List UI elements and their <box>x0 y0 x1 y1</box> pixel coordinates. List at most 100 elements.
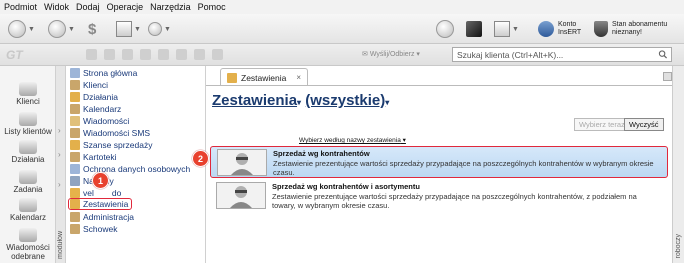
tree-item-calendar[interactable]: Kalendarz <box>70 103 121 115</box>
home-icon <box>70 68 80 78</box>
modules-strip[interactable]: modułów <box>56 66 66 263</box>
tree-item-data-protection[interactable]: Ochrona danych osobowych <box>70 163 190 175</box>
account-label: Konto InsERT <box>558 21 581 37</box>
menu-podmiot[interactable]: Podmiot <box>4 2 37 12</box>
subscription-line1: Stan abonamentu <box>612 21 668 28</box>
tree-item-sms[interactable]: Wiadomości SMS <box>70 127 150 139</box>
menu-widok[interactable]: Widok <box>44 2 69 12</box>
subscription-status[interactable]: Stan abonamentu nieznany! <box>594 19 667 39</box>
send-receive-button[interactable]: ✉ Wyślij/Odbierz ▾ <box>362 50 420 58</box>
person-icon <box>231 152 253 175</box>
new-doc-button[interactable]: ▼ <box>8 19 35 39</box>
tree-item-opportunities[interactable]: Szanse sprzedaży <box>70 139 152 151</box>
modules-strip-label: modułów <box>57 230 64 259</box>
search-icon[interactable] <box>658 50 668 59</box>
tree-label: Schowek <box>83 224 118 234</box>
nav-calendar-label: Kalendarz <box>9 213 47 222</box>
menu-pomoc[interactable]: Pomoc <box>198 2 226 12</box>
tree-item-cards[interactable]: Kartoteki <box>70 151 117 163</box>
quick-mail-icon[interactable] <box>140 49 151 60</box>
menu-operacje[interactable]: Operacje <box>107 2 144 12</box>
quick-report-icon[interactable] <box>212 49 223 60</box>
report-title: Sprzedaż wg kontrahentów i asortymentu <box>272 182 420 191</box>
chevron-down-icon: ▼ <box>28 25 35 33</box>
tab-divider <box>206 85 672 86</box>
sort-by-name-link[interactable]: Wybierz według nazwy zestawienia ▾ <box>299 136 406 144</box>
client-lists-icon <box>19 112 37 126</box>
user-icon <box>538 21 554 37</box>
expenses-icon <box>70 176 80 186</box>
dollar-icon: $ <box>88 20 97 38</box>
account-button[interactable]: Konto InsERT <box>538 19 581 39</box>
vel-icon <box>70 188 80 198</box>
menu-dodaj[interactable]: Dodaj <box>76 2 100 12</box>
package-button[interactable]: ▼ <box>116 19 141 39</box>
chevron-down-icon: ▼ <box>512 25 519 33</box>
report-avatar <box>217 149 267 176</box>
chevron-down-icon: ▼ <box>134 25 141 33</box>
close-icon[interactable]: × <box>296 73 301 82</box>
dollar-button[interactable]: $ <box>88 19 96 39</box>
mail-icon <box>70 116 80 126</box>
documents-button[interactable]: ▼ <box>494 19 519 39</box>
reports-dropdown[interactable]: Zestawienia <box>212 92 297 109</box>
quick-bar: GT ✉ Wyślij/Odbierz ▾ Szukaj klienta (Ct… <box>0 44 684 66</box>
nav-client-lists[interactable]: Listy klientów <box>0 112 56 136</box>
quick-client-icon[interactable] <box>86 49 97 60</box>
report-description: Zestawienie prezentujące wartości sprzed… <box>273 159 654 177</box>
modules-button[interactable] <box>466 19 482 39</box>
chevron-right-icon[interactable]: › <box>58 150 61 159</box>
quick-tools-icon[interactable] <box>194 49 205 60</box>
document-icon <box>494 21 510 37</box>
tree-item-home[interactable]: Strona główna <box>70 67 137 79</box>
workspace-strip[interactable]: roboczy <box>672 66 684 263</box>
nav-clients-label: Klienci <box>16 97 40 106</box>
report-row-sales-by-client-assortment[interactable]: Sprzedaż wg kontrahentów i asortymentu Z… <box>210 180 668 212</box>
content-area: Zestawienia × Zestawienia▾ (wszystkie)▾ … <box>206 66 672 263</box>
sms-icon <box>70 128 80 138</box>
quick-list-icon[interactable] <box>122 49 133 60</box>
tree-item-clients[interactable]: Klienci <box>70 79 108 91</box>
new-doc-icon <box>8 20 26 38</box>
tree-label: Zestawienia <box>83 199 129 209</box>
left-navigation: Klienci Listy klientów Działania Zadania… <box>0 66 56 263</box>
calendar-icon <box>19 198 37 212</box>
tree-item-actions[interactable]: Działania <box>70 91 118 103</box>
nav-actions[interactable]: Działania <box>0 140 56 164</box>
tree-item-administration[interactable]: Administracja <box>70 211 134 223</box>
quick-edit-icon[interactable] <box>176 49 187 60</box>
nav-clients[interactable]: Klienci <box>0 82 56 106</box>
update-button[interactable] <box>436 19 454 39</box>
clear-button[interactable]: Wyczyść <box>624 118 664 131</box>
step-badge-2: 2 <box>192 150 209 167</box>
tree-label: Strona główna <box>83 68 138 78</box>
tree-label: Klienci <box>83 80 109 90</box>
reports-icon <box>227 72 237 83</box>
nav-calendar[interactable]: Kalendarz <box>0 198 56 222</box>
nav-tasks[interactable]: Zadania <box>0 170 56 194</box>
tree-item-clipboard[interactable]: Schowek <box>70 223 118 235</box>
chevron-right-icon[interactable]: › <box>58 180 61 189</box>
scroll-up-button[interactable] <box>663 72 672 81</box>
menu-narzedzia[interactable]: Narzędzia <box>150 2 191 12</box>
client-search-input[interactable]: Szukaj klienta (Ctrl+Alt+K)... <box>452 47 672 62</box>
quick-check-icon[interactable] <box>158 49 169 60</box>
tree-label: Wiadomości SMS <box>83 128 151 138</box>
tree-label: Wiadomości <box>83 116 130 126</box>
tab-reports[interactable]: Zestawienia × <box>220 68 308 86</box>
contacts-button[interactable]: ▼ <box>48 19 75 39</box>
step-badge-1: 1 <box>92 172 109 189</box>
actions-icon <box>19 140 37 154</box>
filter-dropdown[interactable]: (wszystkie) <box>305 92 385 109</box>
settings-button[interactable]: ▼ <box>148 19 171 39</box>
tree-item-reports[interactable]: Zestawienia <box>68 198 133 210</box>
tasks-icon <box>19 170 37 184</box>
tree-label-suffix: do <box>111 188 122 198</box>
chevron-right-icon[interactable]: › <box>58 126 61 135</box>
select-now-button[interactable]: Wybierz teraz <box>574 118 630 131</box>
tree-item-messages[interactable]: Wiadomości <box>70 115 129 127</box>
quick-document-icon[interactable] <box>104 49 115 60</box>
nav-client-lists-label: Listy klientów <box>4 127 52 136</box>
nav-inbox[interactable]: Wiadomości odebrane <box>0 228 56 261</box>
report-row-sales-by-client[interactable]: Sprzedaż wg kontrahentów Zestawienie pre… <box>210 146 668 178</box>
